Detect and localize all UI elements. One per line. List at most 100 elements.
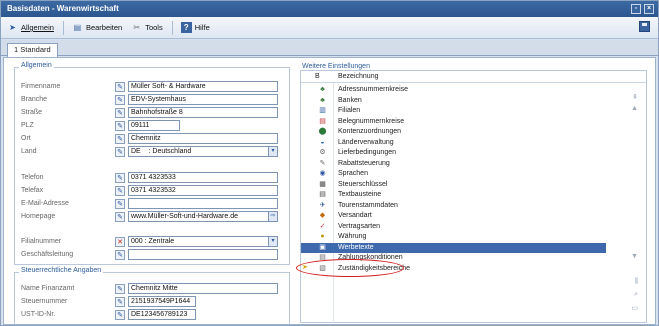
toolbar-tools[interactable]: ✂ Tools: [131, 22, 162, 33]
list-item[interactable]: ▤ Belegnummernkreise: [301, 117, 606, 128]
locked-icon[interactable]: ✕: [115, 236, 125, 247]
input-plz[interactable]: 09111: [128, 120, 180, 131]
field-strasse: Straße ✎ Bahnhofstraße 8: [21, 107, 278, 118]
contract-icon: ✓: [319, 222, 326, 230]
input-strasse[interactable]: Bahnhofstraße 8: [128, 107, 278, 118]
list-item[interactable]: ◒ Länderverwaltung: [301, 138, 606, 149]
tab-standard[interactable]: 1 Standard: [7, 43, 58, 57]
edit-pen-icon[interactable]: ✎: [115, 296, 125, 307]
list-item[interactable]: ⚙ Lieferbedingungen: [301, 148, 606, 159]
globe-icon: ◒: [320, 138, 325, 146]
edit-pen-icon[interactable]: ✎: [115, 185, 125, 196]
chevron-down-icon[interactable]: ▾: [268, 237, 277, 246]
input-geschaeftsleitung[interactable]: [128, 249, 278, 260]
list-item-selected[interactable]: ▣ Werbetexte: [301, 242, 606, 253]
tab-strip: 1 Standard: [1, 40, 658, 57]
field-telefax: Telefax ✎ 0371 4323532: [21, 185, 278, 196]
group-steuer: Steuerrechtliche Angaben Name Finanzamt …: [14, 267, 290, 324]
column-bezeichnung-header[interactable]: Bezeichnung: [338, 73, 378, 80]
label-telefax: Telefax: [21, 187, 44, 194]
edit-pen-icon[interactable]: ✎: [115, 211, 125, 222]
branch-icon: ▥: [319, 107, 326, 114]
scroll-down-small-icon[interactable]: ▼: [631, 253, 638, 260]
close-icon[interactable]: ×: [644, 4, 654, 14]
input-email[interactable]: [128, 198, 278, 209]
field-firmenname: Firmenname ✎ Müller Soft- & Hardware: [21, 81, 278, 92]
list-item[interactable]: ● Währung: [301, 232, 606, 243]
input-finanzamt[interactable]: Chemnitz Mitte: [128, 283, 278, 294]
column-b-header[interactable]: B: [315, 73, 320, 80]
input-ustid[interactable]: DE123456789123: [128, 309, 196, 320]
title-bar: Basisdaten - Warenwirtschaft ▫ ×: [1, 1, 658, 17]
toolbar-hilfe[interactable]: ? Hilfe: [180, 22, 210, 33]
list-item[interactable]: ♣ Banken: [301, 96, 606, 107]
restore-icon[interactable]: ▫: [631, 4, 641, 14]
shipping-icon: ◆: [319, 212, 326, 219]
tax-key-icon: ▦: [319, 180, 326, 188]
window-title: Basisdaten - Warenwirtschaft: [7, 4, 119, 13]
list-item-label: Währung: [338, 233, 367, 240]
open-link-icon[interactable]: ⇨: [268, 212, 277, 221]
list-item[interactable]: ◉ Sprachen: [301, 169, 606, 180]
list-item[interactable]: ✎ Rabattsteuerung: [301, 159, 606, 170]
chevron-down-icon[interactable]: ▾: [268, 147, 277, 156]
list-item[interactable]: ▦ Steuerschlüssel: [301, 180, 606, 191]
list-item-label: Filialen: [338, 107, 361, 114]
label-geschaeftsleitung: Geschäftsleitung: [21, 251, 74, 258]
list-item-label: Versandart: [338, 212, 372, 219]
list-item[interactable]: ✓ Vertragsarten: [301, 222, 606, 233]
edit-pen-icon[interactable]: ✎: [115, 172, 125, 183]
label-strasse: Straße: [21, 109, 43, 116]
scroll-up-icon[interactable]: ⇞: [632, 93, 638, 101]
scroll-up-small-icon[interactable]: ▲: [631, 105, 638, 112]
zoom-icon[interactable]: ⌕: [634, 291, 638, 299]
document-numbers-icon: ▤: [319, 117, 326, 125]
toolbar-allgemein[interactable]: ➤ Allgemein: [7, 22, 54, 33]
input-ort[interactable]: Chemnitz: [128, 133, 278, 144]
toolbar-bearbeiten-label: Bearbeiten: [85, 23, 123, 32]
list-item-label: Tourenstammdaten: [338, 201, 398, 209]
list-item[interactable]: ✈ Tourenstammdaten: [301, 201, 606, 212]
list-item-label: Sprachen: [338, 170, 368, 177]
list-item[interactable]: ◆ Versandart: [301, 211, 606, 222]
select-land[interactable]: DE : Deutschland ▾: [128, 146, 278, 157]
edit-pen-icon[interactable]: ✎: [115, 94, 125, 105]
edit-pen-icon[interactable]: ✎: [115, 133, 125, 144]
tools-icon: ✂: [133, 23, 141, 32]
list-item[interactable]: ♣ Adressnummernkreise: [301, 85, 606, 96]
input-telefax[interactable]: 0371 4323532: [128, 185, 278, 196]
currency-icon: ●: [320, 233, 325, 240]
edit-pen-icon[interactable]: ✎: [115, 249, 125, 260]
toolbar-bearbeiten[interactable]: ▤ Bearbeiten: [72, 22, 123, 33]
toolbar-separator: [171, 20, 173, 35]
main-window: Basisdaten - Warenwirtschaft ▫ × ➤ Allge…: [0, 0, 659, 326]
input-homepage[interactable]: www.Müller-Soft-und-Hardware.de ⇨: [128, 211, 278, 222]
column-chooser-icon[interactable]: ⫼: [635, 278, 638, 286]
highlight-annotation: [296, 259, 404, 277]
label-plz: PLZ: [21, 122, 34, 129]
edit-pen-icon[interactable]: ✎: [115, 283, 125, 294]
edit-pen-icon[interactable]: ✎: [115, 198, 125, 209]
label-branche: Branche: [21, 96, 48, 103]
input-branche[interactable]: EDV-Systemhaus: [128, 94, 278, 105]
input-firmenname[interactable]: Müller Soft- & Hardware: [128, 81, 278, 92]
edit-pen-icon[interactable]: ✎: [115, 107, 125, 118]
list-item[interactable]: ▥ Filialen: [301, 106, 606, 117]
input-steuernummer[interactable]: 2151937549P1644: [128, 296, 196, 307]
select-filialnummer[interactable]: 000 : Zentrale ▾: [128, 236, 278, 247]
edit-pen-icon[interactable]: ✎: [115, 81, 125, 92]
group-allgemein-title: Allgemein: [19, 62, 54, 69]
select-filialnummer-value: 000 : Zentrale: [131, 238, 175, 245]
edit-pen-icon[interactable]: ✎: [115, 309, 125, 320]
field-branche: Branche ✎ EDV-Systemhaus: [21, 94, 278, 105]
list-item[interactable]: ▤ Textbausteine: [301, 190, 606, 201]
edit-icon: ▤: [73, 23, 82, 32]
filter-icon[interactable]: ▭: [631, 304, 638, 312]
input-telefon[interactable]: 0371 4323533: [128, 172, 278, 183]
list-item[interactable]: ⬤ Kontenzuordnungen: [301, 127, 606, 138]
edit-pen-icon[interactable]: ✎: [115, 146, 125, 157]
list-item-label: Rabattsteuerung: [338, 159, 390, 167]
field-ort: Ort ✎ Chemnitz: [21, 133, 278, 144]
edit-pen-icon[interactable]: ✎: [115, 120, 125, 131]
save-icon[interactable]: [639, 21, 650, 32]
